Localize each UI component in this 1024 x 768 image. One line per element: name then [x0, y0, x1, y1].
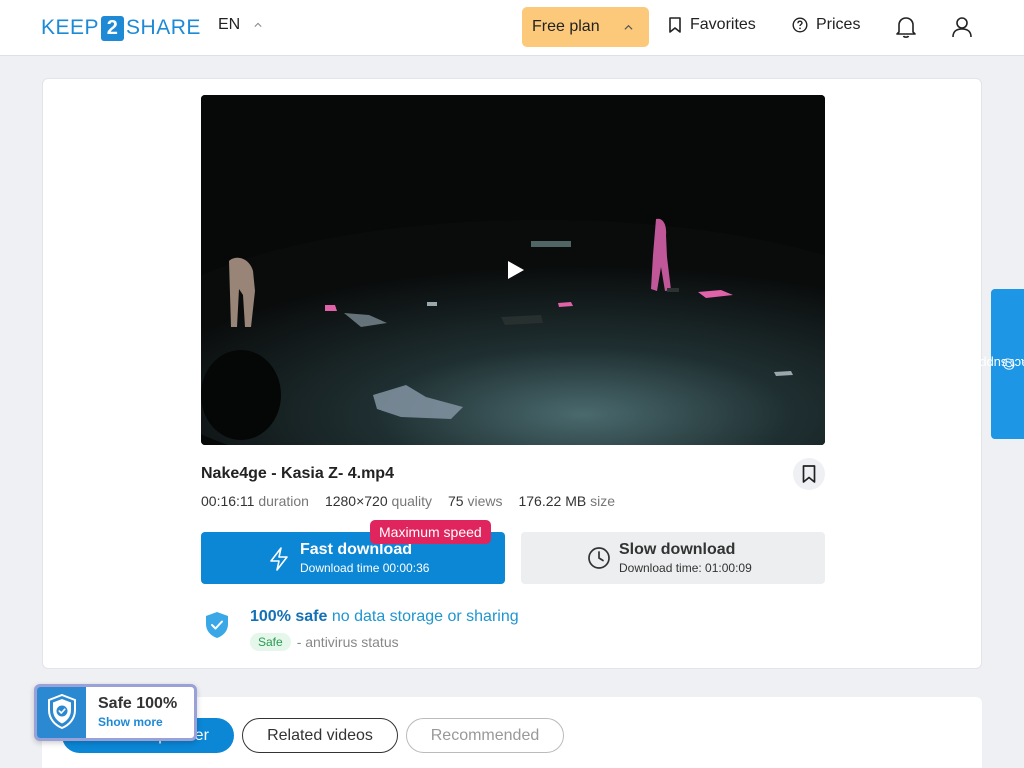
- language-selector[interactable]: EN: [218, 16, 262, 34]
- slow-download-time: Download time: 01:00:09: [619, 561, 752, 575]
- plan-button[interactable]: Free plan: [522, 7, 649, 47]
- logo-text-left: KEEP: [41, 16, 100, 39]
- slow-download-button[interactable]: Slow download Download time: 01:00:09: [521, 532, 825, 584]
- meta-duration: 00:16:11 duration: [201, 493, 309, 509]
- file-card: Nake4ge - Kasia Z- 4.mp4 00:16:11 durati…: [42, 78, 982, 669]
- safe-widget-title: Safe 100%: [98, 695, 178, 712]
- clock-icon: [588, 547, 610, 569]
- views-label: views: [467, 493, 503, 509]
- duration-label: duration: [258, 493, 309, 509]
- shield-check-icon: [48, 694, 76, 730]
- language-label: EN: [218, 16, 241, 33]
- size-label: size: [590, 493, 615, 509]
- safe-widget-icon-area: [37, 687, 86, 738]
- contact-support-label: @ contact support: [963, 357, 1024, 372]
- logo-text-right: SHARE: [126, 16, 201, 39]
- safety-bold: 100% safe: [250, 608, 328, 625]
- meta-size: 176.22 MB size: [518, 493, 615, 509]
- safe-widget[interactable]: Safe 100% Show more: [34, 684, 197, 741]
- safety-rest: no data storage or sharing: [331, 608, 519, 625]
- video-player[interactable]: [201, 95, 825, 445]
- file-title: Nake4ge - Kasia Z- 4.mp4: [201, 465, 394, 482]
- logo-number: 2: [101, 15, 125, 41]
- meta-quality: 1280×720 quality: [325, 493, 432, 509]
- prices-label: Prices: [816, 16, 861, 33]
- chevron-up-icon: [254, 22, 262, 27]
- duration-value: 00:16:11: [201, 493, 255, 509]
- antivirus-status: Safe - antivirus status: [250, 633, 399, 651]
- user-icon[interactable]: [951, 15, 973, 39]
- top-header: KEEP 2 SHARE EN Free plan Favorites Pric…: [0, 0, 1024, 56]
- views-value: 75: [448, 493, 464, 509]
- prices-link[interactable]: Prices: [792, 16, 860, 34]
- chevron-up-icon: [624, 24, 633, 30]
- play-icon[interactable]: [508, 261, 524, 279]
- favorites-label: Favorites: [690, 16, 756, 33]
- tab-recommended[interactable]: Recommended: [406, 718, 564, 753]
- antivirus-status-text: - antivirus status: [296, 634, 399, 650]
- file-meta: 00:16:11 duration 1280×720 quality 75 vi…: [201, 493, 615, 509]
- help-circle-icon: [792, 17, 808, 33]
- fast-download-time: Download time 00:00:36: [300, 561, 430, 575]
- size-value: 176.22 MB: [518, 493, 587, 509]
- bell-icon[interactable]: [895, 15, 917, 39]
- safe-status-tag: Safe: [250, 633, 291, 651]
- max-speed-badge: Maximum speed: [370, 520, 491, 544]
- safety-statement: 100% safe no data storage or sharing: [250, 608, 519, 626]
- plan-label: Free plan: [532, 18, 600, 35]
- quality-label: quality: [391, 493, 432, 509]
- bookmark-icon: [802, 465, 816, 483]
- tab-related-videos[interactable]: Related videos: [242, 718, 398, 753]
- bookmark-button[interactable]: [793, 458, 825, 490]
- lightning-icon: [270, 547, 288, 571]
- meta-views: 75 views: [448, 493, 502, 509]
- favorites-link[interactable]: Favorites: [668, 16, 756, 34]
- contact-support-text: contact support: [963, 356, 1024, 372]
- contact-support-tab[interactable]: @ contact support: [963, 289, 1024, 439]
- keep2share-logo[interactable]: KEEP 2 SHARE: [41, 15, 201, 41]
- bookmark-icon: [669, 17, 681, 33]
- safe-widget-show-more[interactable]: Show more: [98, 715, 163, 729]
- shield-check-icon: [206, 612, 228, 638]
- quality-value: 1280×720: [324, 493, 388, 509]
- slow-download-label: Slow download: [619, 541, 736, 558]
